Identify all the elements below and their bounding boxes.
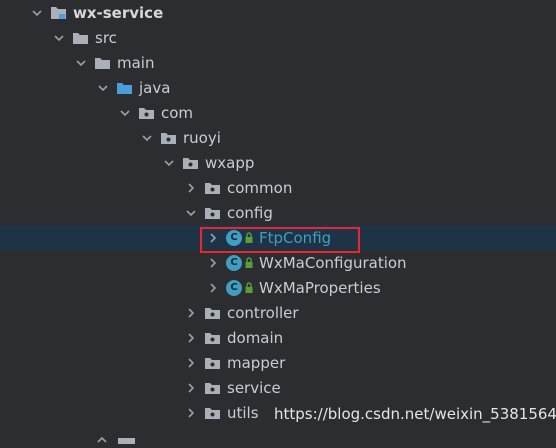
package-icon <box>204 330 222 346</box>
tree-node-wxmaproperties[interactable]: C WxMaProperties <box>0 275 556 300</box>
tree-node-config[interactable]: config <box>0 200 556 225</box>
chevron-right-icon[interactable] <box>184 181 198 195</box>
chevron-right-icon[interactable] <box>184 381 198 395</box>
package-icon <box>204 405 222 421</box>
watermark: https://blog.csdn.net/weixin_53815644 <box>274 405 556 423</box>
tree-node-ruoyi[interactable]: ruoyi <box>0 125 556 150</box>
tree-node-label: wxapp <box>205 153 255 172</box>
package-icon <box>204 355 222 371</box>
highlight-box <box>200 227 360 253</box>
chevron-down-icon[interactable] <box>184 206 198 220</box>
tree-node-label: mapper <box>227 353 286 372</box>
tree-node-mapper[interactable]: mapper <box>0 350 556 375</box>
chevron-right-icon[interactable] <box>206 256 220 270</box>
chevron-right-icon[interactable] <box>184 306 198 320</box>
tree-node-label: wx-service <box>73 3 164 22</box>
package-icon <box>138 105 156 121</box>
package-icon <box>204 305 222 321</box>
tree-node-main[interactable]: main <box>0 50 556 75</box>
tree-node-label: common <box>227 178 293 197</box>
chevron-down-icon[interactable] <box>30 6 44 20</box>
chevron-down-icon[interactable] <box>52 31 66 45</box>
chevron-right-icon[interactable] <box>184 406 198 420</box>
class-icon: C <box>226 279 242 296</box>
tree-node-wx-service[interactable]: wx-service <box>0 0 556 25</box>
tree-node-label: service <box>227 378 281 397</box>
tree-node-label: config <box>227 203 273 222</box>
chevron-right-icon[interactable] <box>184 331 198 345</box>
tree-node-label: WxMaConfiguration <box>259 253 407 272</box>
tree-node-wxapp[interactable]: wxapp <box>0 150 556 175</box>
tree-node-domain[interactable]: domain <box>0 325 556 350</box>
tree-node-label: java <box>139 78 171 97</box>
lock-icon <box>244 282 254 294</box>
module-folder-icon <box>50 5 68 21</box>
tree-node-label: WxMaProperties <box>259 278 381 297</box>
package-icon <box>182 155 200 171</box>
chevron-right-icon[interactable] <box>206 281 220 295</box>
package-icon <box>204 380 222 396</box>
chevron-down-icon[interactable] <box>74 56 88 70</box>
tree-node-com[interactable]: com <box>0 100 556 125</box>
chevron-down-icon[interactable] <box>96 81 110 95</box>
project-tree: wx-service src main java com ruoyi wxapp <box>0 0 556 425</box>
class-icon: C <box>226 254 242 271</box>
tree-node-label: ruoyi <box>183 128 221 147</box>
package-icon <box>204 180 222 196</box>
tree-node-src[interactable]: src <box>0 25 556 50</box>
chevron-down-icon[interactable] <box>140 131 154 145</box>
folder-icon <box>72 30 90 46</box>
tree-node-label: controller <box>227 303 299 322</box>
package-icon <box>160 130 178 146</box>
chevron-down-icon[interactable] <box>162 156 176 170</box>
folder-icon <box>94 55 112 71</box>
tree-node-wxmaconfiguration[interactable]: C WxMaConfiguration <box>0 250 556 275</box>
tree-node-label: com <box>161 103 194 122</box>
tree-node-label: main <box>117 53 155 72</box>
tree-node-label: utils <box>227 403 259 422</box>
tree-node-controller[interactable]: controller <box>0 300 556 325</box>
tree-node-common[interactable]: common <box>0 175 556 200</box>
lock-icon <box>244 257 254 269</box>
tree-node-service[interactable]: service <box>0 375 556 400</box>
source-folder-icon <box>116 80 134 96</box>
tree-node-label: src <box>95 28 117 47</box>
chevron-right-icon[interactable] <box>184 356 198 370</box>
tree-node-label: domain <box>227 328 284 347</box>
package-icon <box>204 205 222 221</box>
chevron-down-icon[interactable] <box>118 106 132 120</box>
tree-node-java[interactable]: java <box>0 75 556 100</box>
tree-node-partial <box>96 430 136 448</box>
partial-folder-icon <box>97 436 135 444</box>
